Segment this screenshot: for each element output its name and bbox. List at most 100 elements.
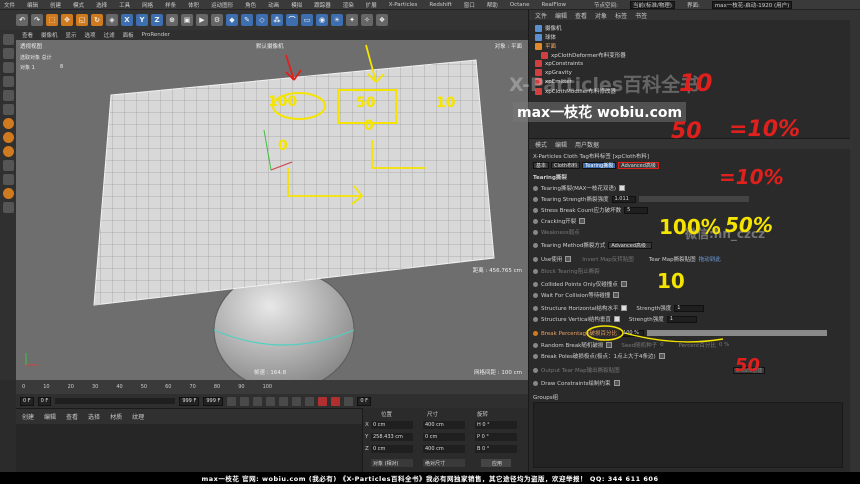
next-frame-icon[interactable] xyxy=(279,396,289,406)
menu-select[interactable]: 选择 xyxy=(96,1,107,9)
tab-tearing[interactable]: Tearing撕裂 xyxy=(582,162,617,169)
horizontal-checkbox[interactable] xyxy=(621,305,628,311)
axis-z-icon[interactable]: Z xyxy=(151,14,163,26)
goto-start-icon[interactable] xyxy=(227,396,237,406)
frame-end-right-field[interactable]: 0 F xyxy=(357,396,371,406)
move-icon[interactable]: ✥ xyxy=(61,14,73,26)
object-item-gravity[interactable]: xpGravity xyxy=(535,69,572,76)
vertical-checkbox[interactable] xyxy=(613,316,620,322)
points-mode-icon[interactable] xyxy=(2,76,14,87)
obj-menu-edit[interactable]: 编辑 xyxy=(555,11,567,20)
strength-h-field[interactable]: 1 xyxy=(674,304,705,312)
obj-menu-object[interactable]: 对象 xyxy=(595,11,607,20)
lock-icon[interactable] xyxy=(2,174,14,185)
strength-v-field[interactable]: 1 xyxy=(666,315,697,323)
row-collided[interactable]: Collided Points Only仅碰撞点 xyxy=(533,280,627,288)
texture-mode-icon[interactable] xyxy=(2,48,14,59)
autokey-icon[interactable] xyxy=(331,396,341,406)
menu-xparticles[interactable]: X-Particles xyxy=(389,2,418,8)
menu-octane[interactable]: Octane xyxy=(510,2,530,8)
polygons-mode-icon[interactable] xyxy=(2,104,14,115)
menu-tracker[interactable]: 跟踪器 xyxy=(314,1,331,9)
attr-menu-mode[interactable]: 模式 xyxy=(535,140,547,149)
snap2-icon[interactable] xyxy=(2,132,14,143)
pos-y-field[interactable]: 258.433 cm xyxy=(371,433,413,441)
goto-end-icon[interactable] xyxy=(305,396,315,406)
break-poles-checkbox[interactable] xyxy=(658,353,665,359)
mat-menu-edit[interactable]: 编辑 xyxy=(44,412,56,421)
pos-z-field[interactable]: 0 cm xyxy=(371,445,413,453)
vp-menu-filter[interactable]: 过滤 xyxy=(104,31,115,39)
wait-checkbox[interactable] xyxy=(613,292,620,298)
vp-menu-camera[interactable]: 摄像机 xyxy=(41,31,58,39)
tear-map-dropzone[interactable]: 拖动到此 xyxy=(699,255,721,263)
strength-slider[interactable] xyxy=(638,196,749,202)
keyframe-icon[interactable] xyxy=(344,396,354,406)
bend-icon[interactable]: ⌒ xyxy=(286,14,298,26)
prev-frame-icon[interactable] xyxy=(253,396,263,406)
workplane-icon[interactable] xyxy=(2,160,14,171)
axis-y-icon[interactable]: Y xyxy=(136,14,148,26)
obj-menu-bookmark[interactable]: 书签 xyxy=(635,11,647,20)
vp-menu-options[interactable]: 选项 xyxy=(85,31,96,39)
array-icon[interactable]: ⁂ xyxy=(271,14,283,26)
cube-icon[interactable]: ◆ xyxy=(226,14,238,26)
light-icon[interactable]: ☀ xyxy=(331,14,343,26)
obj-menu-file[interactable]: 文件 xyxy=(535,11,547,20)
rotate-icon[interactable]: ↻ xyxy=(91,14,103,26)
camera-icon[interactable]: ◉ xyxy=(316,14,328,26)
stress-field[interactable]: 5 xyxy=(624,206,649,214)
tab-cloth[interactable]: Cloth布料 xyxy=(551,162,581,169)
object-item-cloth-deformer[interactable]: xpClothDeformer布料变形器 xyxy=(541,51,626,59)
apply-button[interactable]: 应用 xyxy=(481,459,511,467)
camera-label[interactable]: 默认摄像机 xyxy=(256,42,284,50)
render-region-icon[interactable]: ▣ xyxy=(181,14,193,26)
prev-key-icon[interactable] xyxy=(240,396,250,406)
size-z-field[interactable]: 400 cm xyxy=(423,445,465,453)
object-item-constraints[interactable]: xpConstraints xyxy=(535,60,583,67)
frame-end-field[interactable]: 999 F xyxy=(179,396,200,406)
frame-current-field[interactable]: 0 F xyxy=(37,396,52,406)
recent-icon[interactable]: ◈ xyxy=(106,14,118,26)
pen-icon[interactable]: ✎ xyxy=(241,14,253,26)
object-item-cloth-modifier[interactable]: xpClothModifier布料修改器 xyxy=(535,87,616,95)
model-mode-icon[interactable] xyxy=(2,62,14,73)
layer-icon[interactable] xyxy=(2,202,14,213)
xp2-icon[interactable]: ✧ xyxy=(361,14,373,26)
menu-help[interactable]: 帮助 xyxy=(487,1,498,9)
tearing-checkbox[interactable] xyxy=(619,185,626,191)
size-mode-dropdown[interactable]: 绝对尺寸 xyxy=(423,459,465,467)
object-item-camera[interactable]: 摄像机 xyxy=(535,24,562,32)
vp-menu-prorender[interactable]: ProRender xyxy=(142,32,170,38)
play-icon[interactable] xyxy=(266,396,276,406)
vp-menu-view[interactable]: 查看 xyxy=(22,31,33,39)
object-item-emitter[interactable]: xpEmitter xyxy=(535,78,572,85)
attr-menu-edit[interactable]: 编辑 xyxy=(555,140,567,149)
coord-mode-dropdown[interactable]: 对象 (相对) xyxy=(371,459,413,467)
record-icon[interactable] xyxy=(318,396,328,406)
vp-menu-display[interactable]: 显示 xyxy=(66,31,77,39)
undo-icon[interactable]: ↶ xyxy=(16,14,28,26)
row-break-poles[interactable]: Break Poles破损极点(极点：1点上大于4条边) xyxy=(533,352,665,360)
menu-mode[interactable]: 模式 xyxy=(73,1,84,9)
next-key-icon[interactable] xyxy=(292,396,302,406)
menu-redshift[interactable]: Redshift xyxy=(429,2,451,8)
groups-list[interactable] xyxy=(533,402,843,468)
menu-create[interactable]: 创建 xyxy=(50,1,61,9)
menu-edit[interactable]: 编辑 xyxy=(27,1,38,9)
mat-menu-select[interactable]: 选择 xyxy=(88,412,100,421)
axis-x-icon[interactable]: X xyxy=(121,14,133,26)
select-icon[interactable]: ⬚ xyxy=(46,14,58,26)
render-view-icon[interactable]: ▶ xyxy=(196,14,208,26)
menu-simulate[interactable]: 模拟 xyxy=(291,1,302,9)
menu-spline[interactable]: 样条 xyxy=(165,1,176,9)
preview-range-slider[interactable] xyxy=(55,398,176,404)
viewport-perspective[interactable]: 透视视图 默认摄像机 对象 : 平面 选取对象 总计 对象 1 8 距离 : 4… xyxy=(16,40,528,380)
row-tearing[interactable]: Tearing撕裂(MAX一枝花双语) xyxy=(533,184,626,192)
snap3-icon[interactable] xyxy=(2,146,14,157)
row-wait[interactable]: Wait For Collision等待碰撞 xyxy=(533,291,620,299)
attr-menu-userdata[interactable]: 用户数据 xyxy=(575,140,599,149)
menu-render[interactable]: 渲染 xyxy=(343,1,354,9)
menu-file[interactable]: 文件 xyxy=(4,1,15,9)
coord-system-icon[interactable]: ⊕ xyxy=(166,14,178,26)
